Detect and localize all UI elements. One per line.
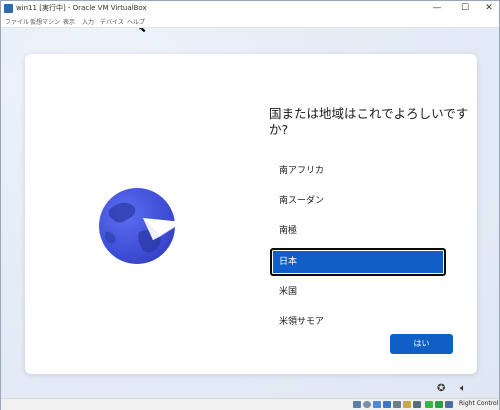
maximize-button[interactable]: ☐ bbox=[457, 2, 473, 14]
country-item[interactable]: 米国 bbox=[270, 278, 446, 306]
menu-help[interactable]: ヘルプ bbox=[127, 17, 145, 26]
country-item[interactable]: 南極 bbox=[270, 217, 446, 245]
title-bar[interactable]: win11 [実行中] - Oracle VM VirtualBox — ☐ ✕ bbox=[1, 1, 499, 16]
menu-file[interactable]: ファイル bbox=[5, 17, 29, 26]
country-item[interactable]: 米領サモア bbox=[270, 308, 446, 336]
country-item-selected[interactable]: 日本 bbox=[270, 248, 446, 276]
menu-machine[interactable]: 仮想マシン bbox=[30, 17, 60, 26]
accessibility-icon[interactable]: ✪ bbox=[437, 383, 445, 394]
window-title: win11 [実行中] - Oracle VM VirtualBox bbox=[16, 4, 147, 12]
country-item[interactable]: 南アフリカ bbox=[270, 157, 446, 185]
minimize-button[interactable]: — bbox=[429, 2, 445, 14]
audio-icon[interactable] bbox=[373, 401, 381, 408]
yes-button[interactable]: はい bbox=[390, 334, 453, 354]
shared-folder-icon[interactable] bbox=[403, 401, 411, 408]
recording-icon[interactable] bbox=[425, 401, 433, 408]
vm-display[interactable]: ⬉ 国または地域はこれでよろしいですか? 南アフリカ 南スーダン 南極 日本 米… bbox=[1, 28, 499, 398]
optical-drive-icon[interactable] bbox=[363, 401, 371, 408]
mouse-cursor-icon: ⬉ bbox=[138, 28, 147, 35]
virtualbox-window: win11 [実行中] - Oracle VM VirtualBox — ☐ ✕… bbox=[0, 0, 500, 410]
page-heading: 国または地域はこれでよろしいですか? bbox=[269, 106, 469, 137]
arrow-icon[interactable] bbox=[445, 401, 453, 408]
menu-devices[interactable]: デバイス bbox=[100, 17, 124, 26]
host-key-label: Right Control bbox=[459, 400, 499, 407]
usb-icon[interactable] bbox=[393, 401, 401, 408]
volume-icon[interactable]: 🔈︎ bbox=[460, 383, 466, 394]
display-icon[interactable] bbox=[413, 401, 421, 408]
country-item[interactable]: 南スーダン bbox=[270, 187, 446, 215]
close-button[interactable]: ✕ bbox=[481, 2, 497, 14]
paper-plane-icon bbox=[143, 218, 183, 240]
hard-disk-icon[interactable] bbox=[353, 401, 361, 408]
network-icon[interactable] bbox=[383, 401, 391, 408]
menu-input[interactable]: 入力 bbox=[82, 17, 94, 26]
cpu-icon[interactable] bbox=[435, 401, 443, 408]
menu-bar: ファイル 仮想マシン 表示 入力 デバイス ヘルプ bbox=[1, 16, 499, 28]
menu-view[interactable]: 表示 bbox=[63, 17, 75, 26]
oobe-region-card: 国または地域はこれでよろしいですか? 南アフリカ 南スーダン 南極 日本 米国 … bbox=[25, 54, 477, 374]
status-bar: Right Control bbox=[1, 398, 499, 410]
virtualbox-app-icon bbox=[4, 4, 13, 13]
